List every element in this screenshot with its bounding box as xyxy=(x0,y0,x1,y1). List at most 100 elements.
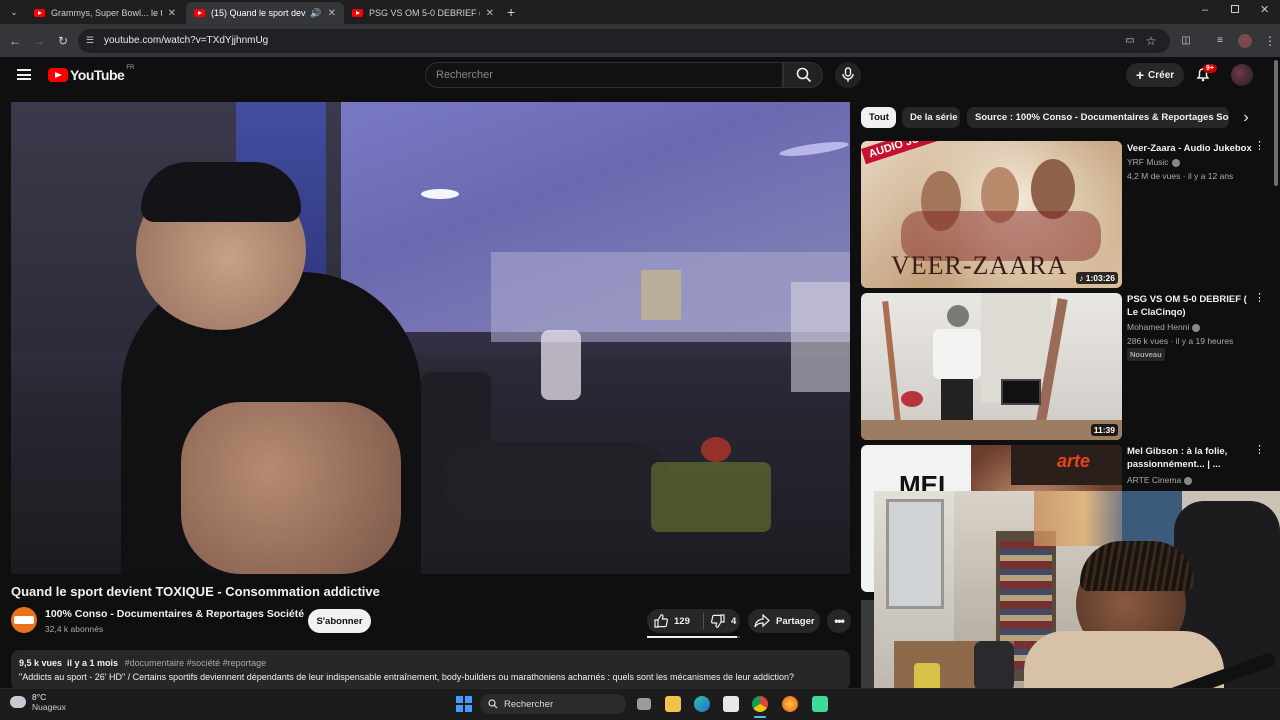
close-window-icon[interactable]: ✕ xyxy=(1260,3,1269,16)
browser-tab-strip: ⌄ Grammys, Super Bowl... le triom ✕ (15)… xyxy=(0,0,1280,24)
recommended-title[interactable]: PSG VS OM 5-0 DEBRIEF ( Le ClaCinqo) xyxy=(1127,293,1247,319)
weather-widget[interactable]: 8°C Nuageux xyxy=(10,692,66,712)
maximize-icon[interactable] xyxy=(1231,5,1239,13)
chip-source[interactable]: Source : 100% Conso - Documentaires & Re… xyxy=(967,107,1229,128)
thumbnail-continuation[interactable] xyxy=(861,600,874,688)
hamburger-menu-icon[interactable] xyxy=(17,69,31,80)
search-input[interactable] xyxy=(425,62,783,88)
recommended-channel[interactable]: YRF Music xyxy=(1127,157,1180,167)
windows-start-icon[interactable] xyxy=(456,696,472,712)
video-thumbnail[interactable]: AUDIO JUKE BOX VEER-ZAARA ♪ 1:03:26 xyxy=(861,141,1122,288)
verified-icon xyxy=(1184,476,1193,485)
channel-label: ARTE Cinema xyxy=(1127,475,1182,485)
search-button[interactable] xyxy=(783,62,823,88)
chip-de-la-serie[interactable]: De la série xyxy=(902,107,960,128)
create-label: Créer xyxy=(1148,69,1175,81)
dislike-button[interactable]: 4 xyxy=(704,614,736,628)
search-icon xyxy=(488,699,498,709)
browser-tab[interactable]: Grammys, Super Bowl... le triom ✕ xyxy=(26,2,184,24)
youtube-favicon-icon xyxy=(352,9,363,17)
more-vertical-icon[interactable]: ⋮ xyxy=(1254,445,1265,456)
minimize-icon[interactable]: – xyxy=(1202,4,1208,16)
edge-icon[interactable] xyxy=(694,696,710,712)
thumbs-up-icon xyxy=(654,614,668,628)
more-vertical-icon[interactable]: ⋮ xyxy=(1254,293,1265,304)
share-button[interactable]: Partager xyxy=(748,609,820,633)
task-view-icon[interactable] xyxy=(637,698,651,710)
tab-title: Grammys, Super Bowl... le triom xyxy=(51,8,162,18)
youtube-favicon-icon xyxy=(34,9,45,17)
scrollbar[interactable] xyxy=(1274,60,1278,186)
back-arrow-icon[interactable]: ← xyxy=(7,33,23,49)
music-note-icon: ♪ xyxy=(1079,273,1086,283)
app-icon[interactable] xyxy=(812,696,828,712)
share-label: Partager xyxy=(776,615,815,627)
dislike-count: 4 xyxy=(731,615,737,627)
channel-label: YRF Music xyxy=(1127,157,1169,167)
tab-title: PSG VS OM 5-0 DEBRIEF ( Le Cl xyxy=(369,8,480,18)
taskbar-search-label: Rechercher xyxy=(504,698,554,710)
recommended-title[interactable]: Mel Gibson : à la folie, passionnément..… xyxy=(1127,445,1247,471)
profile-avatar[interactable] xyxy=(1238,34,1252,48)
notifications-button[interactable]: 9+ xyxy=(1195,64,1217,84)
video-player[interactable] xyxy=(11,102,850,574)
like-dislike-group: 129 4 xyxy=(647,609,740,633)
verified-icon xyxy=(1171,158,1180,167)
firefox-icon[interactable] xyxy=(782,696,798,712)
close-icon[interactable]: ✕ xyxy=(486,8,494,19)
channel-avatar[interactable] xyxy=(11,607,37,633)
extensions-icon[interactable]: ◫ xyxy=(1178,33,1194,49)
new-tab-button[interactable]: + xyxy=(507,4,515,20)
browser-tab[interactable]: PSG VS OM 5-0 DEBRIEF ( Le Cl ✕ xyxy=(344,2,502,24)
store-icon[interactable] xyxy=(723,696,739,712)
youtube-favicon-icon xyxy=(194,9,205,17)
close-icon[interactable]: ✕ xyxy=(328,8,336,19)
like-button[interactable]: 129 xyxy=(647,614,703,628)
youtube-wordmark: YouTube xyxy=(70,67,125,83)
recommended-meta: 4,2 M de vues · il y a 12 ans xyxy=(1127,171,1234,181)
create-button[interactable]: + Créer xyxy=(1126,63,1184,87)
reload-icon[interactable]: ↻ xyxy=(55,33,71,49)
microphone-icon xyxy=(842,67,854,82)
taskbar-search[interactable]: Rechercher xyxy=(480,694,626,714)
hashtags[interactable]: #documentaire #société #reportage xyxy=(125,658,267,668)
description-box[interactable] xyxy=(11,650,850,690)
close-icon[interactable]: ✕ xyxy=(168,8,176,19)
speaker-icon[interactable]: 🔊 xyxy=(310,8,321,19)
browser-tab-active[interactable]: (15) Quand le sport devient 🔊 ✕ xyxy=(186,2,344,24)
chevron-right-icon[interactable]: › xyxy=(1238,108,1254,128)
file-explorer-icon[interactable] xyxy=(665,696,681,712)
recommended-channel[interactable]: ARTE Cinema xyxy=(1127,475,1193,485)
more-actions-button[interactable]: ••• xyxy=(827,609,851,633)
media-control-icon[interactable]: ≡ xyxy=(1212,33,1228,49)
video-thumbnail[interactable]: 11:39 xyxy=(861,293,1122,440)
youtube-logo[interactable]: YouTube FR xyxy=(48,65,134,83)
chrome-icon[interactable] xyxy=(752,696,768,712)
subscribe-button[interactable]: S'abonner xyxy=(308,609,371,633)
share-arrow-icon xyxy=(754,614,770,628)
account-avatar[interactable] xyxy=(1231,64,1253,86)
url-text[interactable]: youtube.com/watch?v=TXdYjjhnmUg xyxy=(104,35,268,46)
recommended-title[interactable]: Veer-Zaara - Audio Jukebox xyxy=(1127,142,1252,155)
tab-list-icon[interactable]: ⌄ xyxy=(8,6,20,18)
like-count: 129 xyxy=(674,615,690,627)
channel-name[interactable]: 100% Conso - Documentaires & Reportages … xyxy=(45,608,304,620)
weather-desc: Nuageux xyxy=(32,702,67,712)
youtube-play-logo-icon xyxy=(48,68,68,82)
cloud-icon xyxy=(10,696,26,708)
more-vertical-icon[interactable]: ⋮ xyxy=(1254,141,1265,152)
browser-menu-icon[interactable]: ⋮ xyxy=(1262,33,1278,49)
chip-tout[interactable]: Tout xyxy=(861,107,896,128)
recommended-channel[interactable]: Mohamed Henni xyxy=(1127,322,1201,332)
subscriber-count: 32,4 k abonnés xyxy=(45,624,104,634)
verified-icon xyxy=(1192,323,1201,332)
forward-arrow-icon[interactable]: → xyxy=(31,33,47,49)
weather-temp: 8°C xyxy=(32,692,47,702)
title-line: Le ClaCinqo) xyxy=(1127,307,1186,318)
new-badge: Nouveau xyxy=(1127,348,1165,361)
bookmark-star-icon[interactable]: ☆ xyxy=(1143,33,1159,49)
duration-badge: 11:39 xyxy=(1090,424,1118,436)
cast-icon[interactable]: ▭ xyxy=(1122,33,1138,49)
site-info-icon[interactable]: ☰ xyxy=(86,35,98,47)
voice-search-button[interactable] xyxy=(835,62,861,88)
